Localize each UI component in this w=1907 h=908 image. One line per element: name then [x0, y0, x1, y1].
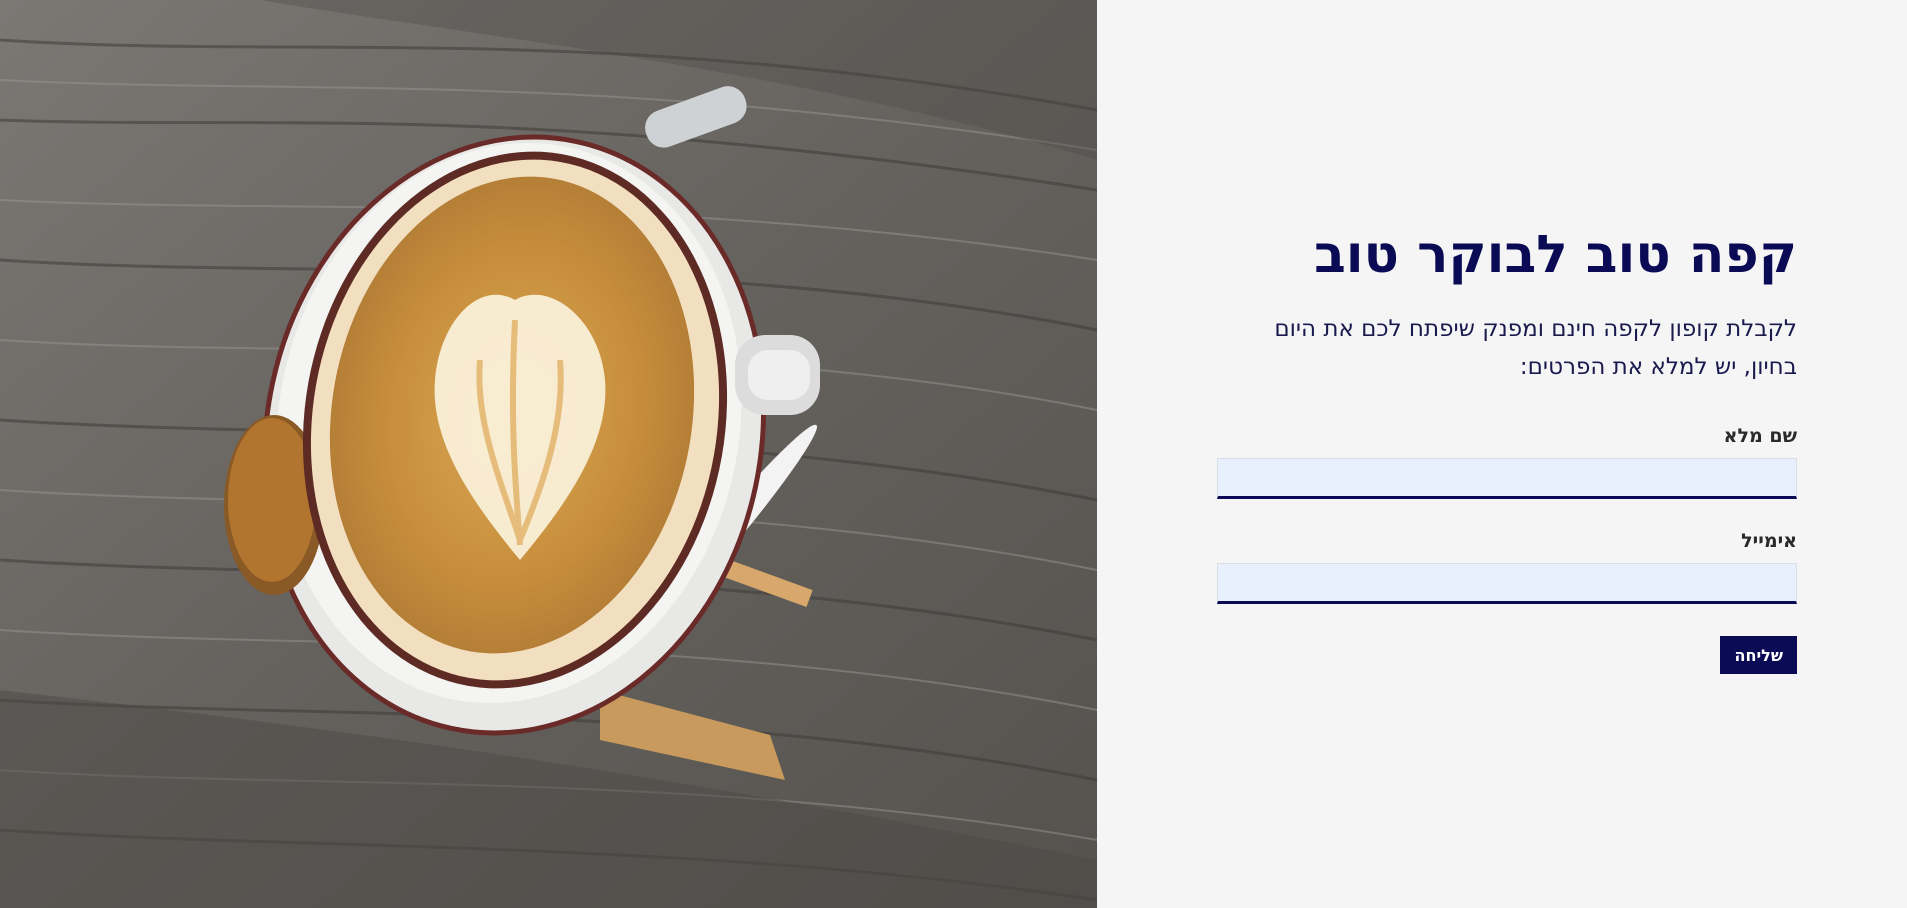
full-name-label: שם מלא [1723, 425, 1797, 447]
page-title: קפה טוב לבוקר טוב [1314, 225, 1797, 285]
email-input[interactable] [1217, 563, 1797, 604]
hero-image [0, 0, 1097, 908]
coupon-form: קפה טוב לבוקר טוב לקבלת קופון לקפה חינם … [1217, 222, 1797, 674]
form-description: לקבלת קופון לקפה חינם ומפנק שיפתח לכם את… [1274, 316, 1797, 380]
email-label: אימייל [1741, 530, 1797, 552]
form-panel: קפה טוב לבוקר טוב לקבלת קופון לקפה חינם … [1097, 0, 1907, 908]
submit-button[interactable]: שליחה [1720, 636, 1797, 674]
full-name-input[interactable] [1217, 458, 1797, 499]
coffee-photo [0, 0, 1097, 908]
